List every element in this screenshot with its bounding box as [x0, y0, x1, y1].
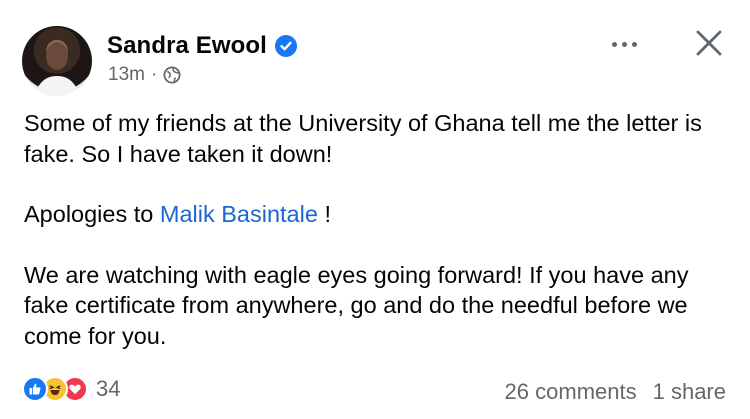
more-options-icon[interactable]	[612, 34, 646, 54]
reaction-count: 34	[96, 376, 121, 401]
post-paragraph: We are watching with eagle eyes going fo…	[24, 261, 689, 349]
verified-badge-icon	[274, 35, 297, 57]
reactions-summary[interactable]: 34	[22, 376, 120, 402]
engagement-stats: 26 comments 1 share	[505, 379, 726, 405]
avatar-face	[46, 42, 68, 70]
avatar-body	[36, 76, 78, 96]
globe-icon[interactable]	[163, 66, 181, 84]
dot-icon	[612, 41, 617, 47]
mention-link[interactable]: Malik Basintale	[160, 201, 318, 227]
author-row: Sandra Ewool	[107, 32, 297, 60]
post-card: Sandra Ewool 13m · Some of my friends at…	[0, 0, 750, 419]
avatar[interactable]	[22, 26, 92, 96]
shares-count-link[interactable]: 1 share	[653, 379, 726, 405]
close-icon[interactable]	[694, 28, 724, 58]
like-icon	[22, 376, 48, 402]
meta-separator: ·	[150, 64, 158, 85]
apology-text: Apologies to	[24, 201, 154, 227]
dot-icon	[632, 41, 637, 47]
author-name[interactable]: Sandra Ewool	[107, 32, 267, 60]
post-paragraph: Apologies to Malik Basintale !	[24, 199, 734, 230]
post-paragraph: Some of my friends at the University of …	[24, 110, 702, 167]
comments-count-link[interactable]: 26 comments	[505, 379, 637, 405]
post-time[interactable]: 13m	[108, 64, 145, 86]
post-meta: 13m ·	[108, 64, 181, 86]
apology-suffix: !	[324, 201, 331, 227]
post-body: Some of my friends at the University of …	[24, 108, 734, 351]
dot-icon	[622, 41, 627, 47]
